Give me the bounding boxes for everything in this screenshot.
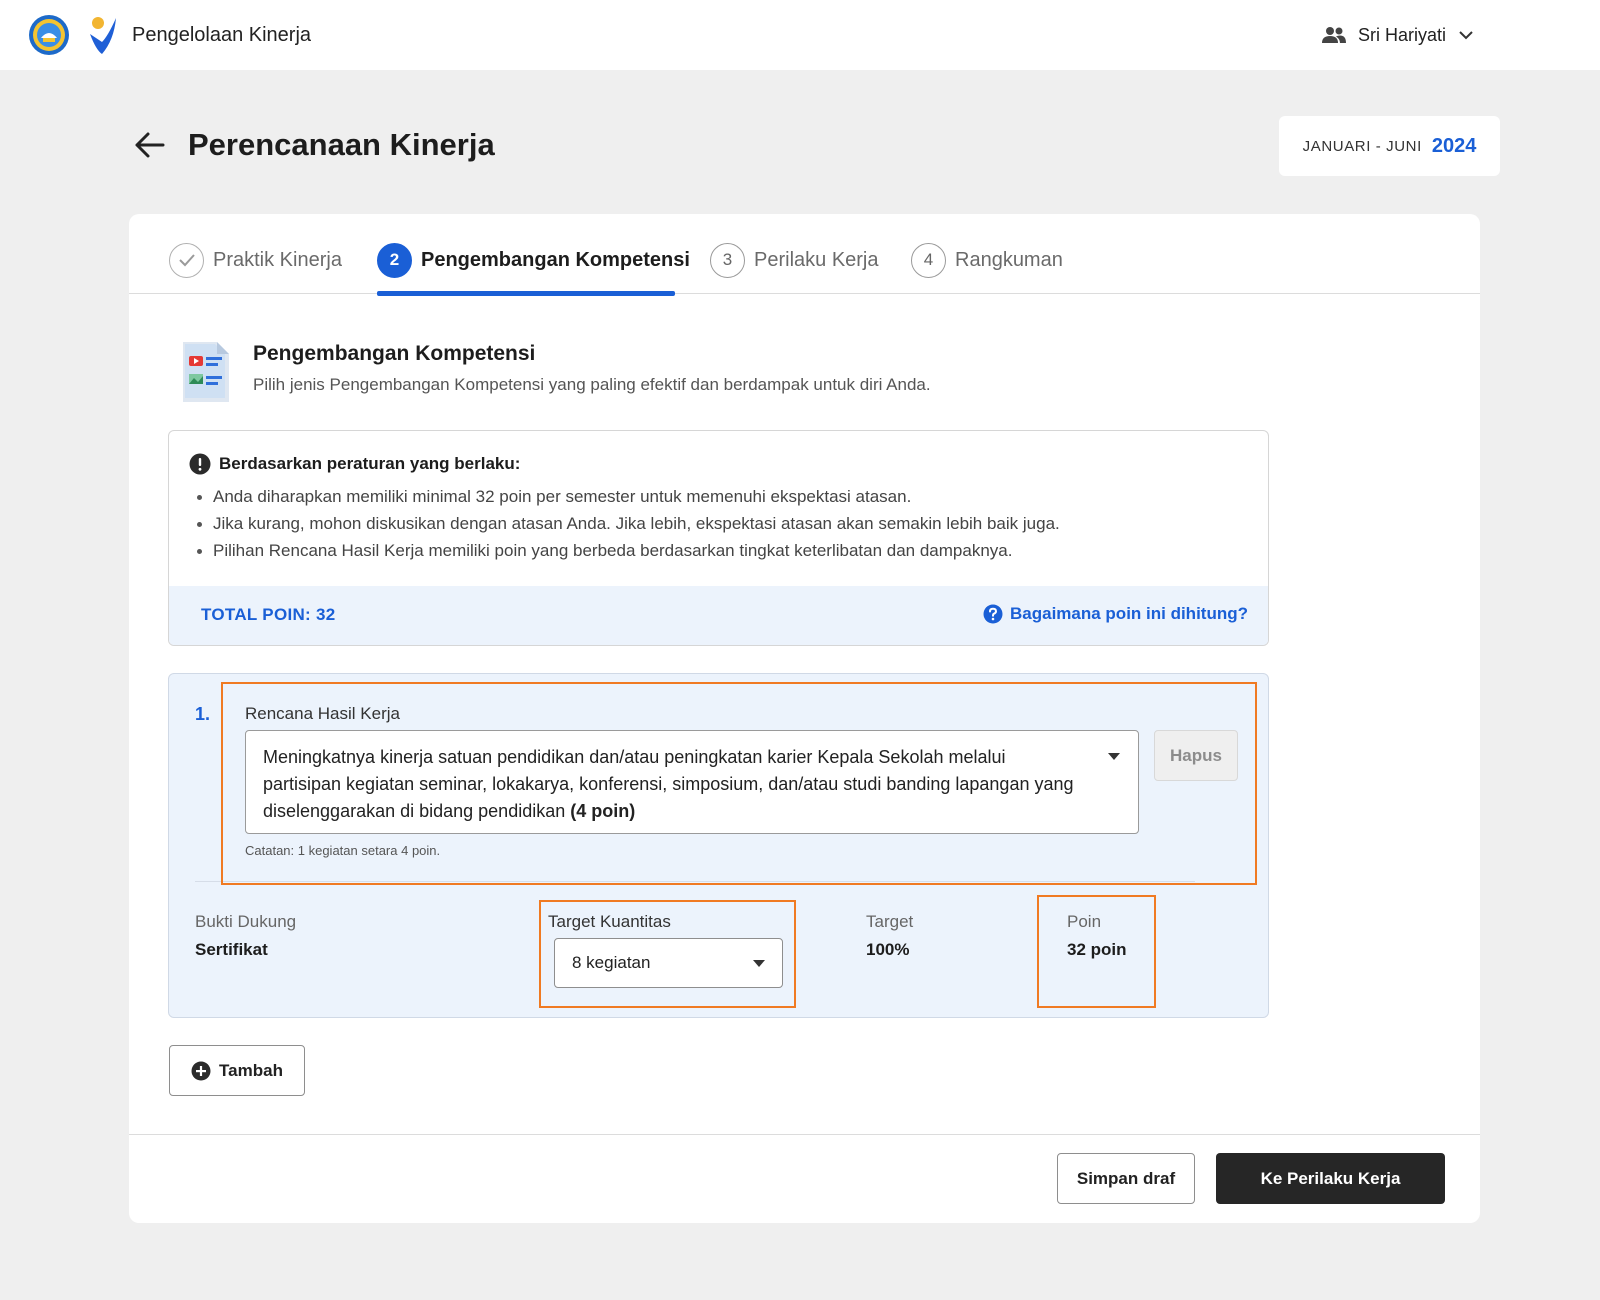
add-button-label: Tambah: [219, 1060, 283, 1080]
card-footer: Simpan draf Ke Perilaku Kerja: [129, 1134, 1480, 1223]
app-name: Pengelolaan Kinerja: [132, 24, 312, 46]
back-button[interactable]: [130, 126, 168, 164]
total-points: TOTAL POIN: 32: [201, 605, 336, 624]
period-label: JANUARI - JUNI: [1302, 137, 1422, 155]
add-button[interactable]: Tambah: [169, 1045, 305, 1096]
step-number: 3: [710, 242, 745, 278]
step-perilaku-kerja[interactable]: 3 Perilaku Kerja: [710, 242, 879, 278]
highlight-rhk: [221, 682, 1257, 885]
user-name: Sri Hariyati: [1358, 24, 1447, 45]
points-help-link[interactable]: Bagaimana poin ini dihitung?: [983, 604, 1248, 624]
rules-list-item: Jika kurang, mohon diskusikan dengan ata…: [193, 510, 1060, 537]
rules-heading: Berdasarkan peraturan yang berlaku:: [219, 454, 521, 473]
document-media-icon: [183, 342, 229, 402]
step-number: 4: [911, 242, 946, 278]
step-number: 2: [377, 242, 412, 278]
target-value: 100%: [866, 940, 910, 959]
help-link-label: Bagaimana poin ini dihitung?: [1010, 604, 1248, 623]
section-subtitle: Pilih jenis Pengembangan Kompetensi yang…: [253, 375, 931, 394]
highlight-target-kuantitas: [539, 900, 796, 1008]
step-label: Perilaku Kerja: [754, 248, 879, 271]
alert-icon: [189, 453, 211, 475]
app-logo-icon: [90, 17, 116, 54]
page-title: Perencanaan Kinerja: [188, 127, 495, 162]
rules-list: Anda diharapkan memiliki minimal 32 poin…: [193, 483, 1060, 564]
bukti-dukung-value: Sertifikat: [195, 940, 268, 959]
page-header: Perencanaan Kinerja: [130, 126, 495, 164]
top-bar: Pengelolaan Kinerja Sri Hariyati: [0, 0, 1600, 70]
step-label: Praktik Kinerja: [213, 248, 342, 271]
step-rangkuman[interactable]: 4 Rangkuman: [911, 242, 1063, 278]
check-icon: [169, 242, 204, 278]
step-label: Rangkuman: [955, 248, 1063, 271]
active-step-indicator: [377, 291, 675, 296]
step-praktik-kinerja[interactable]: Praktik Kinerja: [169, 242, 342, 278]
stepper: Praktik Kinerja 2 Pengembangan Kompetens…: [129, 214, 1480, 296]
plus-circle-icon: [191, 1061, 211, 1080]
ministry-emblem-icon: [29, 15, 69, 55]
item-number: 1.: [195, 704, 211, 724]
arrow-left-icon: [135, 132, 165, 158]
main-card: Praktik Kinerja 2 Pengembangan Kompetens…: [129, 214, 1480, 1223]
rules-list-item: Anda diharapkan memiliki minimal 32 poin…: [193, 483, 1060, 510]
users-icon: [1322, 27, 1346, 43]
total-points-bar: TOTAL POIN: 32 Bagaimana poin ini dihitu…: [169, 586, 1268, 645]
period-year: 2024: [1431, 134, 1477, 157]
step-pengembangan-kompetensi[interactable]: 2 Pengembangan Kompetensi: [377, 242, 690, 278]
section-title: Pengembangan Kompetensi: [253, 342, 536, 365]
user-menu[interactable]: Sri Hariyati: [1322, 20, 1474, 50]
rules-list-item: Pilihan Rencana Hasil Kerja memiliki poi…: [193, 537, 1060, 564]
next-step-button[interactable]: Ke Perilaku Kerja: [1216, 1153, 1445, 1204]
chevron-down-icon: [1459, 31, 1473, 40]
rules-box: Berdasarkan peraturan yang berlaku: Anda…: [168, 430, 1269, 646]
save-draft-button[interactable]: Simpan draf: [1057, 1153, 1195, 1204]
competency-item: 1. Rencana Hasil Kerja Meningkatnya kine…: [168, 673, 1269, 1018]
bukti-dukung-label: Bukti Dukung: [195, 912, 297, 931]
step-label: Pengembangan Kompetensi: [421, 248, 690, 271]
target-label: Target: [866, 912, 914, 931]
question-icon: [983, 604, 1003, 624]
rules-heading-row: Berdasarkan peraturan yang berlaku:: [189, 453, 520, 475]
highlight-poin: [1037, 895, 1156, 1008]
period-badge: JANUARI - JUNI 2024: [1279, 116, 1500, 176]
